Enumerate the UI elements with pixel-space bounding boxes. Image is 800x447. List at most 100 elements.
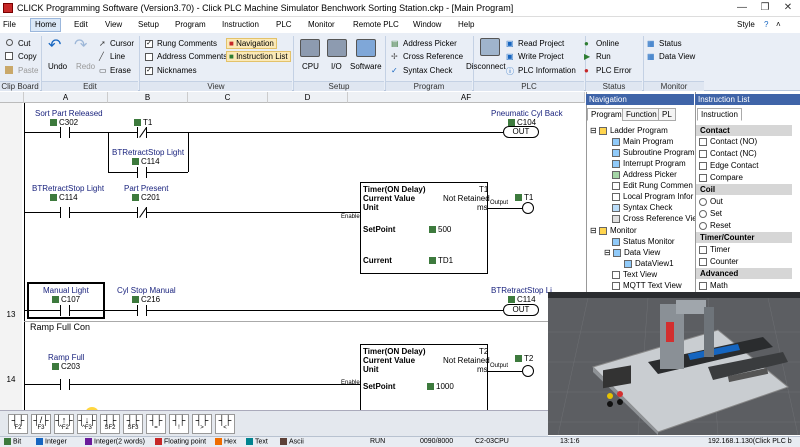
nav-item-monitor[interactable]: ⊟ Monitor [590, 226, 637, 235]
instruction-compare[interactable]: Compare [699, 173, 743, 182]
ladder-editor[interactable]: A B C D AF 13 14 Sort Part Released C302… [0, 92, 585, 410]
fkey-rising-edge[interactable]: ┤↑├ ^F2 [54, 414, 74, 434]
timer-t2-box[interactable]: Timer(ON Delay) T2 Current Value Not Ret… [360, 344, 490, 410]
contact-no[interactable] [60, 379, 70, 390]
contact-no[interactable] [60, 207, 70, 218]
instruction-timer[interactable]: Timer [699, 245, 730, 254]
erase-button[interactable]: Erase [110, 66, 131, 75]
maximize-button[interactable]: ❐ [755, 1, 775, 15]
nav-item-mqtt-text-view[interactable]: MQTT Text View [612, 281, 682, 290]
nav-item-dataview1[interactable]: DataView1 [624, 259, 674, 268]
instruction-contact-no[interactable]: Contact (NO) [699, 137, 757, 146]
plc-error-button[interactable]: PLC Error [596, 66, 632, 75]
software-button[interactable]: Software [350, 62, 382, 71]
contact-nc[interactable] [137, 207, 147, 218]
menu-setup[interactable]: Setup [138, 20, 159, 29]
contact-no[interactable] [137, 167, 147, 178]
fkey-sf3[interactable]: ┤├ SF3 [123, 414, 143, 434]
write-project-button[interactable]: Write Project [518, 52, 564, 61]
nav-item-subroutine-program[interactable]: Subroutine Program [612, 148, 695, 157]
run-button[interactable]: Run [596, 52, 611, 61]
help-icon[interactable]: ? [764, 20, 768, 29]
menu-home[interactable]: Home [30, 18, 62, 32]
menu-view[interactable]: View [105, 20, 122, 29]
cpu-button[interactable]: CPU [302, 62, 319, 71]
fkey-contact-nc[interactable]: ┤/├ F3 [31, 414, 51, 434]
tab-instruction[interactable]: Instruction [697, 108, 742, 121]
menu-window[interactable]: Window [413, 20, 441, 29]
nav-item-cross-reference[interactable]: Cross Reference Vie [612, 214, 697, 223]
instruction-reset[interactable]: Reset [699, 221, 731, 230]
menu-monitor[interactable]: Monitor [308, 20, 335, 29]
nav-item-interrupt-program[interactable]: Interrupt Program [612, 159, 686, 168]
rung-comment[interactable]: Ramp Full Con [30, 322, 90, 332]
redo-button[interactable]: Redo [76, 62, 95, 71]
read-project-button[interactable]: Read Project [518, 39, 564, 48]
nav-item-text-view[interactable]: Text View [612, 270, 657, 279]
menu-remote-plc[interactable]: Remote PLC [353, 20, 399, 29]
tab-pl[interactable]: PL [658, 108, 676, 121]
cross-reference-button[interactable]: Cross Reference [403, 52, 463, 61]
online-button[interactable]: Online [596, 39, 619, 48]
instruction-math[interactable]: Math [699, 281, 728, 290]
undo-button[interactable]: Undo [48, 62, 67, 71]
navigation-toggle[interactable]: ■ Navigation [226, 38, 277, 49]
ribbon-minimize-icon[interactable]: ˄ [776, 20, 781, 29]
menu-style[interactable]: Style [737, 20, 755, 29]
data-view-button[interactable]: Data View [659, 52, 695, 61]
line-button[interactable]: Line [110, 52, 125, 61]
address-picker-button[interactable]: Address Picker [403, 39, 457, 48]
nav-item-status-monitor[interactable]: Status Monitor [612, 237, 675, 246]
contact-no[interactable] [60, 127, 70, 138]
rung-comments-checkbox[interactable]: ✓ [145, 40, 153, 48]
disconnect-button[interactable]: Disconnect [466, 62, 506, 71]
cursor-button[interactable]: Cursor [110, 39, 134, 48]
cut-button[interactable]: Cut [18, 39, 30, 48]
syntax-check-button[interactable]: Syntax Check [403, 66, 452, 75]
nav-item-data-view[interactable]: ⊟ Data View [604, 248, 660, 257]
instruction-contact-nc[interactable]: Contact (NC) [699, 149, 757, 158]
timer-output-coil[interactable] [522, 365, 534, 377]
fkey-falling-edge[interactable]: ┤↓├ ^F3 [77, 414, 97, 434]
menu-program[interactable]: Program [175, 20, 206, 29]
nav-item-main-program[interactable]: Main Program [612, 137, 673, 146]
tab-program[interactable]: Program [587, 108, 626, 121]
io-button[interactable]: I/O [331, 62, 342, 71]
minimize-button[interactable]: — [732, 1, 752, 15]
nav-item-edit-rung-comment[interactable]: Edit Rung Commen [612, 181, 693, 190]
tab-function[interactable]: Function [622, 108, 661, 121]
address-comments-checkbox[interactable] [145, 53, 153, 61]
out-coil[interactable]: OUT [503, 304, 539, 316]
nav-item-address-picker[interactable]: Address Picker [612, 170, 677, 179]
contact-no[interactable] [137, 305, 147, 316]
menu-plc[interactable]: PLC [276, 20, 292, 29]
fkey-compare-equal[interactable]: ┤├ = [146, 414, 166, 434]
menu-help[interactable]: Help [458, 20, 474, 29]
fkey-compare-not-equal[interactable]: ┤├! [169, 414, 189, 434]
plc-information-button[interactable]: PLC Information [518, 66, 576, 75]
paste-button[interactable]: Paste [18, 66, 38, 75]
menu-file[interactable]: File [3, 20, 16, 29]
contact-no[interactable] [60, 305, 70, 316]
menu-instruction[interactable]: Instruction [222, 20, 259, 29]
nav-item-local-program-info[interactable]: Local Program Infor [612, 192, 693, 201]
timer-output-coil[interactable] [522, 202, 534, 214]
out-coil[interactable]: OUT [503, 126, 539, 138]
instruction-set[interactable]: Set [699, 209, 722, 218]
instruction-counter[interactable]: Counter [699, 257, 738, 266]
instruction-list-toggle[interactable]: ■ Instruction List [226, 51, 291, 62]
contact-nc[interactable] [137, 127, 147, 138]
nav-item-ladder-program[interactable]: ⊟ Ladder Program [590, 126, 668, 135]
timer-t1-box[interactable]: Timer(ON Delay) T1 Current Value Not Ret… [360, 182, 490, 274]
menu-edit[interactable]: Edit [74, 20, 88, 29]
nav-item-syntax-check[interactable]: Syntax Check [612, 203, 672, 212]
copy-button[interactable]: Copy [18, 52, 37, 61]
fkey-compare-greater[interactable]: ┤├ > [192, 414, 212, 434]
instruction-edge-contact[interactable]: Edge Contact [699, 161, 758, 170]
nicknames-checkbox[interactable]: ✓ [145, 67, 153, 75]
close-button[interactable]: ✕ [778, 1, 798, 15]
instruction-out[interactable]: Out [699, 197, 723, 206]
status-button[interactable]: Status [659, 39, 682, 48]
fkey-contact-no[interactable]: ┤├ F2 [8, 414, 28, 434]
fkey-sf2[interactable]: ┤├ SF2 [100, 414, 120, 434]
